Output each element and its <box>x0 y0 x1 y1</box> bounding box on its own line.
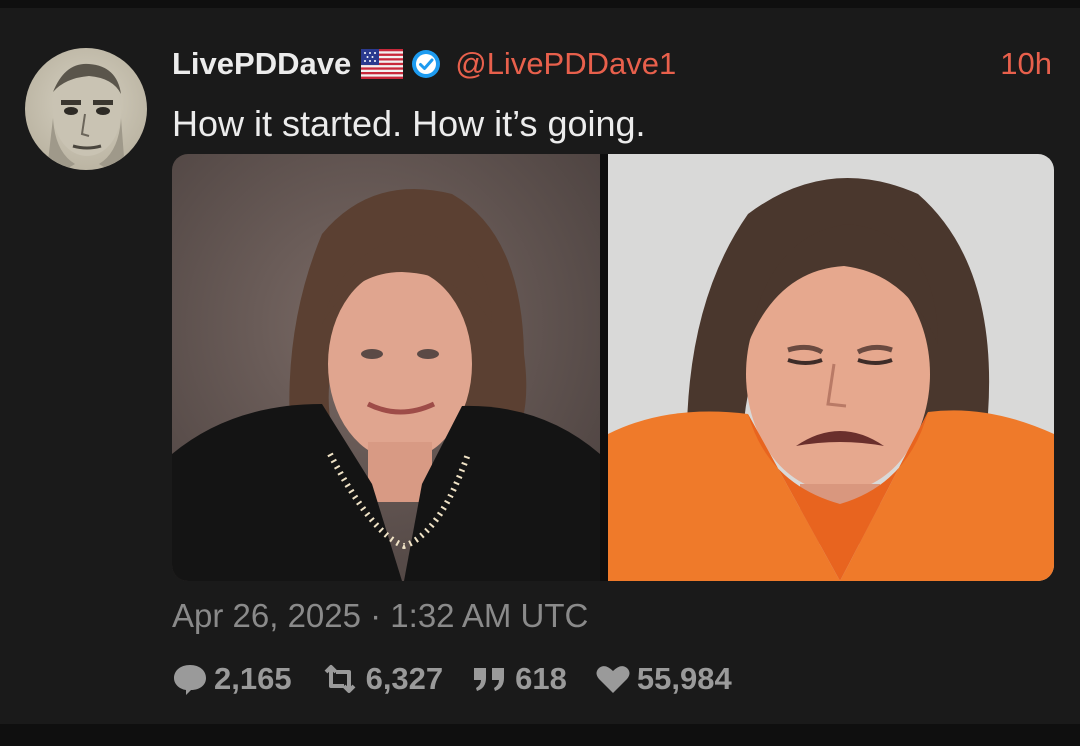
top-divider <box>0 0 1080 8</box>
tweet-stats: 2,165 6,327 618 55,984 <box>172 658 760 700</box>
user-handle[interactable]: @LivePDDave1 <box>455 46 676 82</box>
display-name[interactable]: LivePDDave <box>172 46 351 82</box>
tweet-time-ago[interactable]: 10h <box>1000 44 1052 84</box>
retweet-count: 6,327 <box>365 661 444 696</box>
tweet-header: LivePDDave @LivePDDave1 <box>172 44 676 84</box>
us-flag-icon <box>361 49 404 79</box>
tweet-text: How it started. How it’s going. <box>172 103 646 144</box>
bottom-divider <box>0 724 1080 746</box>
avatar[interactable] <box>25 48 147 170</box>
like-count: 55,984 <box>636 661 732 696</box>
quote-count: 618 <box>515 661 567 696</box>
media-photo-right[interactable] <box>608 154 1054 581</box>
quote-icon <box>474 668 505 691</box>
like-button[interactable]: 55,984 <box>595 661 732 697</box>
retweet-icon <box>324 665 355 693</box>
heart-icon <box>596 666 630 693</box>
quote-button[interactable]: 618 <box>471 661 567 697</box>
reply-button[interactable]: 2,165 <box>172 661 292 697</box>
comment-bubble-icon <box>174 665 206 695</box>
reply-count: 2,165 <box>214 661 292 696</box>
retweet-button[interactable]: 6,327 <box>320 661 444 697</box>
verified-badge-icon <box>411 49 441 79</box>
tweet-date[interactable]: Apr 26, 2025 · 1:32 AM UTC <box>172 594 588 638</box>
tweet-media <box>172 154 1054 581</box>
avatar-image <box>25 48 147 170</box>
tweet-card: LivePDDave @LivePDDave1 10h How it start… <box>0 8 1080 724</box>
media-photo-left[interactable] <box>172 154 600 581</box>
